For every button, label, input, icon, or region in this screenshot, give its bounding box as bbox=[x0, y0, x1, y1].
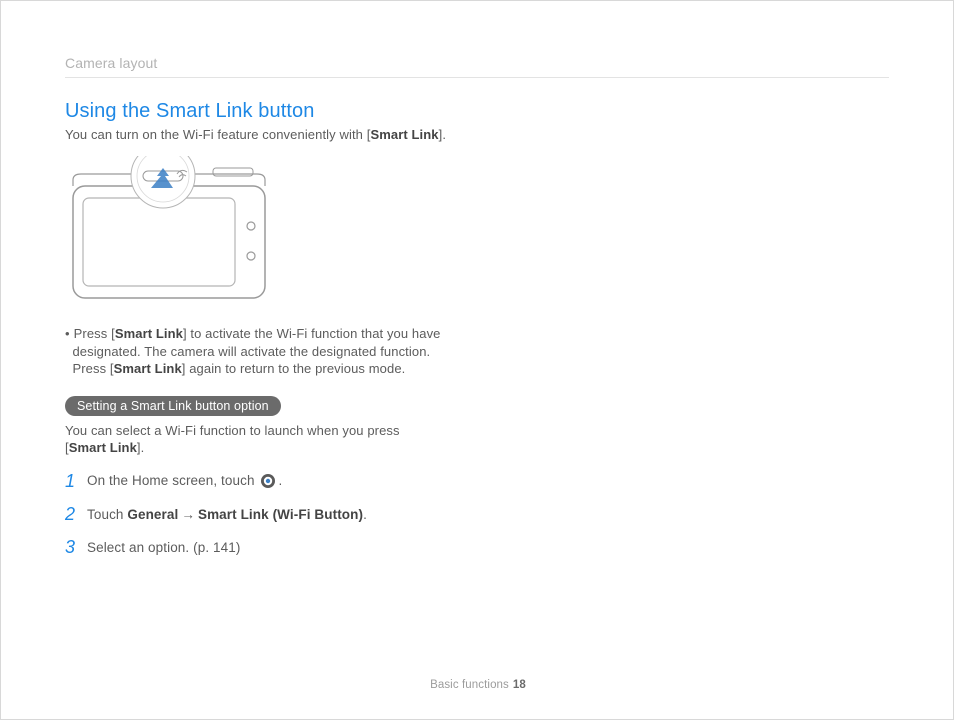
step-3: 3 Select an option. (p. 141) bbox=[65, 537, 495, 558]
camera-svg bbox=[65, 156, 285, 306]
step-num-2: 2 bbox=[65, 504, 87, 525]
camera-illustration bbox=[65, 156, 889, 311]
subsection-pill: Setting a Smart Link button option bbox=[65, 396, 281, 416]
step-2-text: Touch General→Smart Link (Wi-Fi Button). bbox=[87, 507, 367, 522]
intro-post: ]. bbox=[439, 127, 446, 142]
page-footer: Basic functions18 bbox=[1, 679, 954, 691]
step-2-post: . bbox=[363, 507, 367, 522]
b-line1-pre: Press [ bbox=[74, 326, 115, 341]
sub-line2-bold: Smart Link bbox=[69, 440, 137, 455]
intro-text: You can turn on the Wi-Fi feature conven… bbox=[65, 127, 889, 142]
step-1-text: On the Home screen, touch . bbox=[87, 473, 282, 489]
step-num-3: 3 bbox=[65, 537, 87, 558]
bullet-note: •Press [Smart Link] to activate the Wi-F… bbox=[65, 325, 495, 378]
b-line3-post: ] again to return to the previous mode. bbox=[182, 361, 406, 376]
step-1-pre: On the Home screen, touch bbox=[87, 473, 258, 488]
steps-list: 1 On the Home screen, touch . 2 Touch Ge… bbox=[65, 471, 495, 558]
header-section-label: Camera layout bbox=[65, 55, 889, 78]
step-2: 2 Touch General→Smart Link (Wi-Fi Button… bbox=[65, 504, 495, 525]
subsection-text: You can select a Wi-Fi function to launc… bbox=[65, 422, 495, 457]
step-3-text: Select an option. (p. 141) bbox=[87, 540, 240, 555]
step-1: 1 On the Home screen, touch . bbox=[65, 471, 495, 492]
bullet-dot: • bbox=[65, 326, 74, 341]
sub-line2-post: ]. bbox=[137, 440, 144, 455]
intro-pre: You can turn on the Wi-Fi feature conven… bbox=[65, 127, 370, 142]
b-line2: designated. The camera will activate the… bbox=[72, 344, 430, 359]
settings-home-icon bbox=[260, 473, 276, 489]
step-num-1: 1 bbox=[65, 471, 87, 492]
footer-label: Basic functions bbox=[430, 679, 509, 691]
footer-page-number: 18 bbox=[509, 679, 526, 691]
manual-page: Camera layout Using the Smart Link butto… bbox=[0, 0, 954, 720]
b-line3-pre: Press [ bbox=[72, 361, 113, 376]
page-title: Using the Smart Link button bbox=[65, 100, 889, 123]
b-line1-post: ] to activate the Wi-Fi function that yo… bbox=[183, 326, 441, 341]
step-2-b2: Smart Link (Wi-Fi Button) bbox=[198, 507, 363, 522]
b-line1-bold: Smart Link bbox=[115, 326, 183, 341]
step-2-b1: General bbox=[127, 507, 178, 522]
step-1-post: . bbox=[278, 473, 282, 488]
arrow-icon: → bbox=[178, 507, 198, 522]
step-2-pre: Touch bbox=[87, 507, 127, 522]
sub-line1: You can select a Wi-Fi function to launc… bbox=[65, 423, 400, 438]
intro-bold: Smart Link bbox=[370, 127, 438, 142]
b-line3-bold: Smart Link bbox=[114, 361, 182, 376]
